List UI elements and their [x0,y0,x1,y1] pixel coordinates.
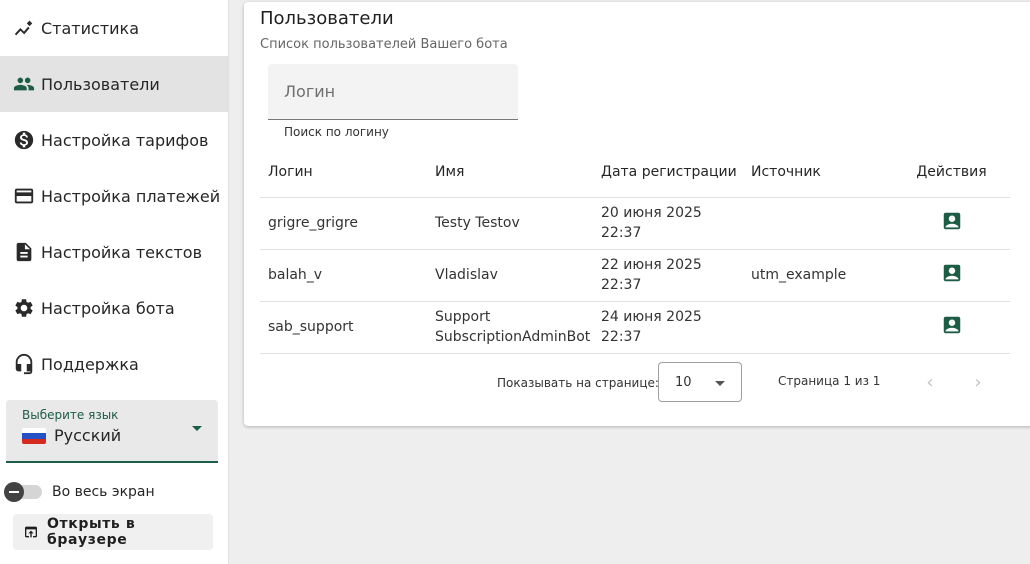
cell-actions [893,197,1010,250]
sidebar-item-label: Настройка тарифов [41,130,209,150]
user-profile-icon[interactable] [940,313,964,337]
sidebar-item-support[interactable]: Поддержка [0,336,228,392]
credit-card-icon [12,184,36,208]
fullscreen-label: Во весь экран [52,484,155,500]
table-row: sab_support Support SubscriptionAdminBot… [260,301,1010,354]
per-page-select[interactable]: 10 [658,362,742,402]
cell-name: Support SubscriptionAdminBot [427,301,593,354]
cell-login: sab_support [260,301,427,354]
page-info: Страница 1 из 1 [778,374,881,388]
sidebar-item-payments[interactable]: Настройка платежей [0,168,228,224]
cell-date: 24 июня 2025 22:37 [593,301,743,354]
sidebar-item-label: Пользователи [41,74,160,94]
column-header-name[interactable]: Имя [427,147,593,198]
cell-source: utm_example [743,249,893,302]
headset-icon [12,352,36,376]
column-header-source[interactable]: Источник [743,147,893,198]
previous-page-icon[interactable]: ‹ [918,370,942,394]
gear-icon [12,296,36,320]
cell-date: 22 июня 2025 22:37 [593,249,743,302]
fullscreen-toggle[interactable] [4,482,42,502]
sidebar-item-statistics[interactable]: Статистика [0,0,228,56]
search-hint: Поиск по логину [284,125,389,139]
sidebar: Статистика Пользователи Настройка тарифо… [0,0,229,564]
sidebar-item-label: Статистика [41,18,139,38]
cell-name: Testy Testov [427,197,593,250]
table-header-row: Логин Имя Дата регистрации Источник Дейс… [260,147,1010,198]
chevron-down-icon [715,381,725,386]
sidebar-item-users[interactable]: Пользователи [0,56,228,112]
cell-login: grigre_grigre [260,197,427,250]
open-in-browser-label: Открыть в браузере [47,516,136,548]
users-table: Логин Имя Дата регистрации Источник Дейс… [260,147,1010,354]
page-subtitle: Список пользователей Вашего бота [260,37,508,52]
next-page-icon[interactable]: › [966,370,990,394]
cell-source [743,301,893,354]
user-profile-icon[interactable] [940,261,964,285]
cell-login: balah_v [260,249,427,302]
sidebar-item-label: Поддержка [41,354,139,374]
sidebar-item-label: Настройка текстов [41,242,203,262]
fullscreen-toggle-row: Во весь экран [4,482,155,502]
per-page-value: 10 [675,375,692,390]
sidebar-item-bot-settings[interactable]: Настройка бота [0,280,228,336]
sidebar-item-tariffs[interactable]: Настройка тарифов [0,112,228,168]
sidebar-item-texts[interactable]: Настройка текстов [0,224,228,280]
sidebar-item-label: Настройка бота [41,298,175,318]
cell-source [743,197,893,250]
login-search-field [268,64,518,120]
document-icon [12,240,36,264]
per-page-label: Показывать на странице: [497,376,659,390]
column-header-actions: Действия [893,147,1010,198]
cell-actions [893,249,1010,302]
chart-line-icon [12,16,36,40]
cell-name: Vladislav [427,249,593,302]
language-select-label: Выберите язык [22,408,119,422]
table-row: balah_v Vladislav 22 июня 2025 22:37 utm… [260,249,1010,302]
open-in-new-window-icon [23,524,39,540]
table-row: grigre_grigre Testy Testov 20 июня 2025 … [260,197,1010,250]
column-header-login[interactable]: Логин [260,147,427,198]
cell-date: 20 июня 2025 22:37 [593,197,743,250]
sidebar-item-label: Настройка платежей [41,186,221,206]
cell-actions [893,301,1010,354]
page-title: Пользователи [260,8,394,29]
open-in-browser-button[interactable]: Открыть в браузере [13,514,213,550]
pagination: Показывать на странице: 10 Страница 1 из… [244,360,1010,404]
chevron-down-icon [192,426,202,431]
dollar-icon [12,128,36,152]
language-select[interactable]: Выберите язык Русский [6,400,218,463]
minus-icon [4,482,24,502]
user-profile-icon[interactable] [940,209,964,233]
login-search-input[interactable] [268,64,518,119]
users-card: Пользователи Список пользователей Вашего… [244,2,1030,426]
language-select-value: Русский [54,426,122,445]
russia-flag-icon [22,428,46,444]
column-header-date[interactable]: Дата регистрации [593,147,743,198]
users-icon [12,72,36,96]
